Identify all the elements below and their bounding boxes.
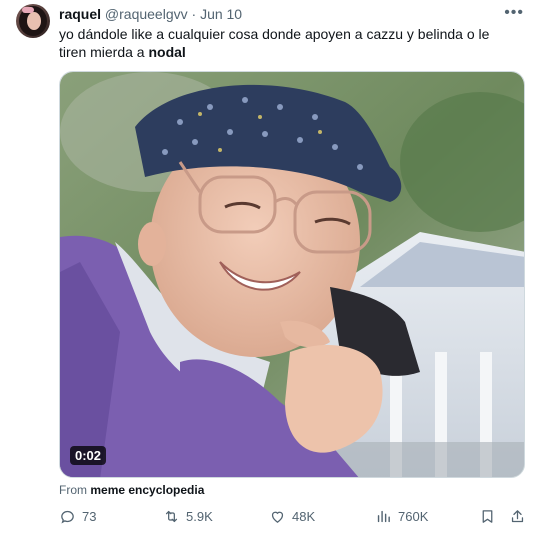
- reply-button[interactable]: 73: [59, 508, 96, 525]
- separator: ·: [191, 6, 197, 22]
- retweet-button[interactable]: 5.9K: [163, 508, 213, 525]
- tweet[interactable]: raquel @raqueelgvv · Jun 10 ••• yo dándo…: [0, 0, 538, 538]
- bookmark-button[interactable]: [479, 508, 496, 530]
- action-bar: 73 5.9K 48K 760K: [59, 508, 529, 530]
- tweet-text-main: yo dándole like a cualquier cosa donde a…: [59, 26, 490, 60]
- author-name[interactable]: raquel: [59, 6, 101, 22]
- views-button[interactable]: 760K: [375, 508, 428, 525]
- source-prefix: From: [59, 483, 91, 497]
- reply-icon: [61, 510, 74, 524]
- video-duration: 0:02: [70, 446, 107, 465]
- retweet-count: 5.9K: [186, 509, 213, 524]
- video-frame: [60, 72, 524, 477]
- views-icon: [377, 510, 390, 523]
- tweet-text-bold: nodal: [148, 44, 186, 60]
- bookmark-icon: [482, 510, 493, 523]
- reply-count: 73: [82, 509, 97, 524]
- like-count: 48K: [292, 509, 316, 524]
- views-count: 760K: [398, 509, 429, 524]
- tweet-text: yo dándole like a cualquier cosa donde a…: [59, 25, 519, 61]
- tweet-header: raquel @raqueelgvv · Jun 10: [59, 5, 242, 23]
- video-player[interactable]: 0:02: [59, 71, 525, 478]
- media-source: From meme encyclopedia: [59, 483, 204, 497]
- like-icon: [271, 511, 284, 523]
- more-options-icon[interactable]: •••: [504, 4, 524, 22]
- tweet-date[interactable]: Jun 10: [200, 6, 242, 22]
- retweet-icon: [165, 510, 178, 523]
- source-link[interactable]: meme encyclopedia: [90, 483, 204, 497]
- share-icon: [511, 510, 524, 523]
- like-button[interactable]: 48K: [269, 508, 315, 525]
- author-handle[interactable]: @raqueelgvv: [105, 6, 188, 22]
- share-button[interactable]: [509, 508, 526, 530]
- avatar[interactable]: [16, 4, 50, 38]
